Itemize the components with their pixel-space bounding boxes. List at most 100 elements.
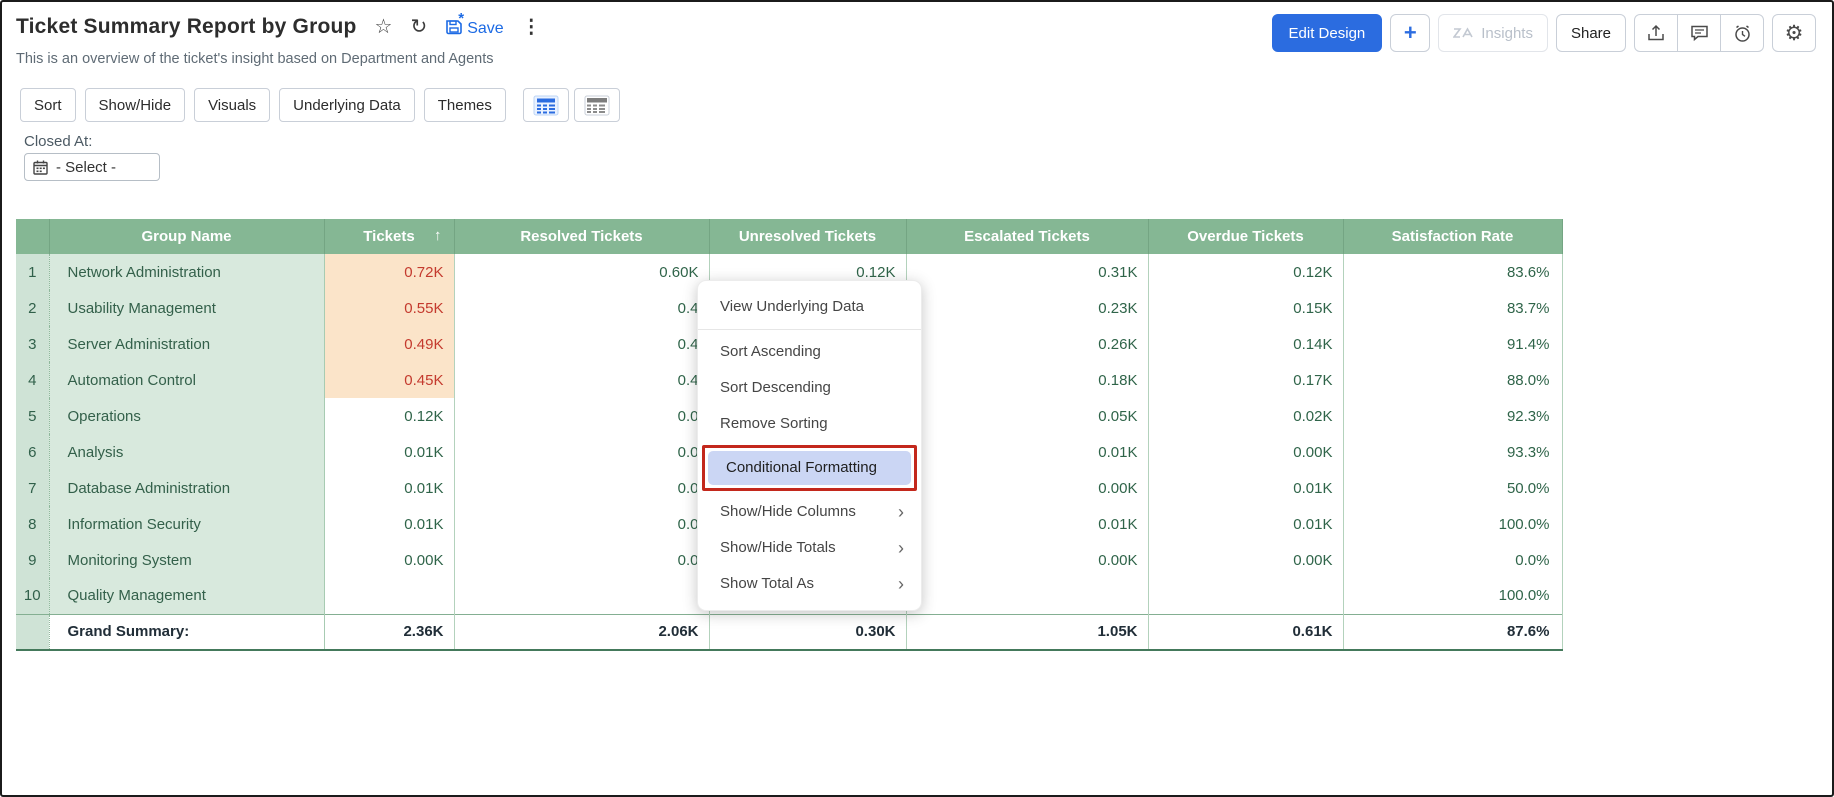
row-number-cell: 8: [16, 506, 49, 542]
cell-escalated-tickets[interactable]: 0.23K: [906, 290, 1148, 326]
cell-group-name[interactable]: Operations: [49, 398, 324, 434]
cell-tickets[interactable]: 0.00K: [324, 542, 454, 578]
cell-overdue-tickets[interactable]: 0.01K: [1148, 506, 1343, 542]
add-button[interactable]: +: [1390, 14, 1430, 52]
cell-overdue-tickets[interactable]: 0.15K: [1148, 290, 1343, 326]
column-header-unresolved-tickets[interactable]: Unresolved Tickets: [709, 219, 906, 254]
cell-group-name[interactable]: Network Administration: [49, 254, 324, 290]
cell-group-name[interactable]: Server Administration: [49, 326, 324, 362]
column-header-overdue-tickets[interactable]: Overdue Tickets: [1148, 219, 1343, 254]
menu-item-show-total-as[interactable]: Show Total As›: [698, 566, 921, 602]
cell-satisfaction-rate[interactable]: 83.6%: [1343, 254, 1562, 290]
cell-resolved-tickets[interactable]: 0.0: [454, 470, 709, 506]
toolbar-button-visuals[interactable]: Visuals: [194, 88, 270, 122]
more-options-kebab-icon[interactable]: ⋮: [522, 18, 541, 37]
column-header-escalated-tickets[interactable]: Escalated Tickets: [906, 219, 1148, 254]
cell-resolved-tickets[interactable]: 0.0: [454, 434, 709, 470]
insights-button[interactable]: Insights: [1438, 14, 1548, 52]
menu-item-view-underlying-data[interactable]: View Underlying Data: [698, 289, 921, 325]
view-toggle-group: [523, 88, 620, 122]
toolbar-button-sort[interactable]: Sort: [20, 88, 76, 122]
cell-overdue-tickets[interactable]: [1148, 578, 1343, 614]
share-button[interactable]: Share: [1556, 14, 1626, 52]
cell-tickets[interactable]: 0.12K: [324, 398, 454, 434]
cell-escalated-tickets[interactable]: 0.26K: [906, 326, 1148, 362]
menu-item-sort-descending[interactable]: Sort Descending: [698, 370, 921, 406]
export-button[interactable]: [1634, 14, 1678, 52]
cell-tickets[interactable]: [324, 578, 454, 614]
column-header-group-name[interactable]: Group Name: [49, 219, 324, 254]
cell-escalated-tickets[interactable]: 0.31K: [906, 254, 1148, 290]
date-filter-select[interactable]: - Select -: [24, 153, 160, 181]
cell-resolved-tickets[interactable]: 0.0: [454, 398, 709, 434]
cell-escalated-tickets[interactable]: 0.05K: [906, 398, 1148, 434]
cell-overdue-tickets[interactable]: 0.01K: [1148, 470, 1343, 506]
cell-overdue-tickets[interactable]: 0.02K: [1148, 398, 1343, 434]
cell-overdue-tickets[interactable]: 0.12K: [1148, 254, 1343, 290]
export-icon: [1647, 24, 1665, 42]
menu-item-conditional-formatting[interactable]: Conditional Formatting: [708, 451, 911, 485]
cell-tickets[interactable]: 0.01K: [324, 434, 454, 470]
edit-design-button[interactable]: Edit Design: [1272, 14, 1383, 52]
cell-escalated-tickets[interactable]: 0.00K: [906, 470, 1148, 506]
cell-tickets[interactable]: 0.01K: [324, 470, 454, 506]
cell-satisfaction-rate[interactable]: 100.0%: [1343, 578, 1562, 614]
toolbar-button-underlying-data[interactable]: Underlying Data: [279, 88, 415, 122]
cell-group-name[interactable]: Usability Management: [49, 290, 324, 326]
cell-tickets[interactable]: 0.49K: [324, 326, 454, 362]
cell-escalated-tickets[interactable]: 0.18K: [906, 362, 1148, 398]
cell-group-name[interactable]: Monitoring System: [49, 542, 324, 578]
cell-satisfaction-rate[interactable]: 91.4%: [1343, 326, 1562, 362]
cell-satisfaction-rate[interactable]: 100.0%: [1343, 506, 1562, 542]
cell-resolved-tickets[interactable]: 0.4: [454, 290, 709, 326]
cell-satisfaction-rate[interactable]: 0.0%: [1343, 542, 1562, 578]
menu-item-show-hide-totals[interactable]: Show/Hide Totals›: [698, 530, 921, 566]
settings-button[interactable]: ⚙: [1772, 14, 1816, 52]
cell-resolved-tickets[interactable]: 0.0: [454, 506, 709, 542]
cell-overdue-tickets[interactable]: 0.17K: [1148, 362, 1343, 398]
cell-overdue-tickets[interactable]: 0.00K: [1148, 542, 1343, 578]
cell-satisfaction-rate[interactable]: 50.0%: [1343, 470, 1562, 506]
cell-group-name[interactable]: Information Security: [49, 506, 324, 542]
table-view-button[interactable]: [523, 88, 569, 122]
toolbar-button-show-hide[interactable]: Show/Hide: [85, 88, 186, 122]
row-number-column-header[interactable]: [16, 219, 49, 254]
cell-overdue-tickets[interactable]: 0.00K: [1148, 434, 1343, 470]
cell-group-name[interactable]: Quality Management: [49, 578, 324, 614]
cell-satisfaction-rate[interactable]: 93.3%: [1343, 434, 1562, 470]
toolbar-button-themes[interactable]: Themes: [424, 88, 506, 122]
cell-group-name[interactable]: Analysis: [49, 434, 324, 470]
menu-item-remove-sorting[interactable]: Remove Sorting: [698, 406, 921, 442]
cell-resolved-tickets[interactable]: 0.60K: [454, 254, 709, 290]
save-button[interactable]: * Save: [445, 17, 503, 38]
cell-tickets[interactable]: 0.72K: [324, 254, 454, 290]
cell-resolved-tickets[interactable]: [454, 578, 709, 614]
cell-resolved-tickets[interactable]: 0.4: [454, 362, 709, 398]
cell-escalated-tickets[interactable]: [906, 578, 1148, 614]
row-number-cell: 7: [16, 470, 49, 506]
cell-escalated-tickets[interactable]: 0.01K: [906, 434, 1148, 470]
cell-escalated-tickets[interactable]: 0.01K: [906, 506, 1148, 542]
menu-item-show-hide-columns[interactable]: Show/Hide Columns›: [698, 494, 921, 530]
column-header-resolved-tickets[interactable]: Resolved Tickets: [454, 219, 709, 254]
cell-resolved-tickets[interactable]: 0.0: [454, 542, 709, 578]
comment-button[interactable]: [1677, 14, 1721, 52]
column-header-tickets[interactable]: Tickets↑: [324, 219, 454, 254]
pivot-view-button[interactable]: [574, 88, 620, 122]
cell-tickets[interactable]: 0.55K: [324, 290, 454, 326]
cell-satisfaction-rate[interactable]: 88.0%: [1343, 362, 1562, 398]
cell-resolved-tickets[interactable]: 0.4: [454, 326, 709, 362]
schedule-button[interactable]: [1720, 14, 1764, 52]
refresh-icon[interactable]: ↻: [410, 17, 427, 37]
cell-group-name[interactable]: Automation Control: [49, 362, 324, 398]
cell-tickets[interactable]: 0.01K: [324, 506, 454, 542]
column-header-satisfaction-rate[interactable]: Satisfaction Rate: [1343, 219, 1562, 254]
cell-satisfaction-rate[interactable]: 83.7%: [1343, 290, 1562, 326]
cell-satisfaction-rate[interactable]: 92.3%: [1343, 398, 1562, 434]
favorite-star-icon[interactable]: ☆: [375, 17, 393, 37]
cell-group-name[interactable]: Database Administration: [49, 470, 324, 506]
cell-escalated-tickets[interactable]: 0.00K: [906, 542, 1148, 578]
cell-tickets[interactable]: 0.45K: [324, 362, 454, 398]
cell-overdue-tickets[interactable]: 0.14K: [1148, 326, 1343, 362]
menu-item-sort-ascending[interactable]: Sort Ascending: [698, 334, 921, 370]
